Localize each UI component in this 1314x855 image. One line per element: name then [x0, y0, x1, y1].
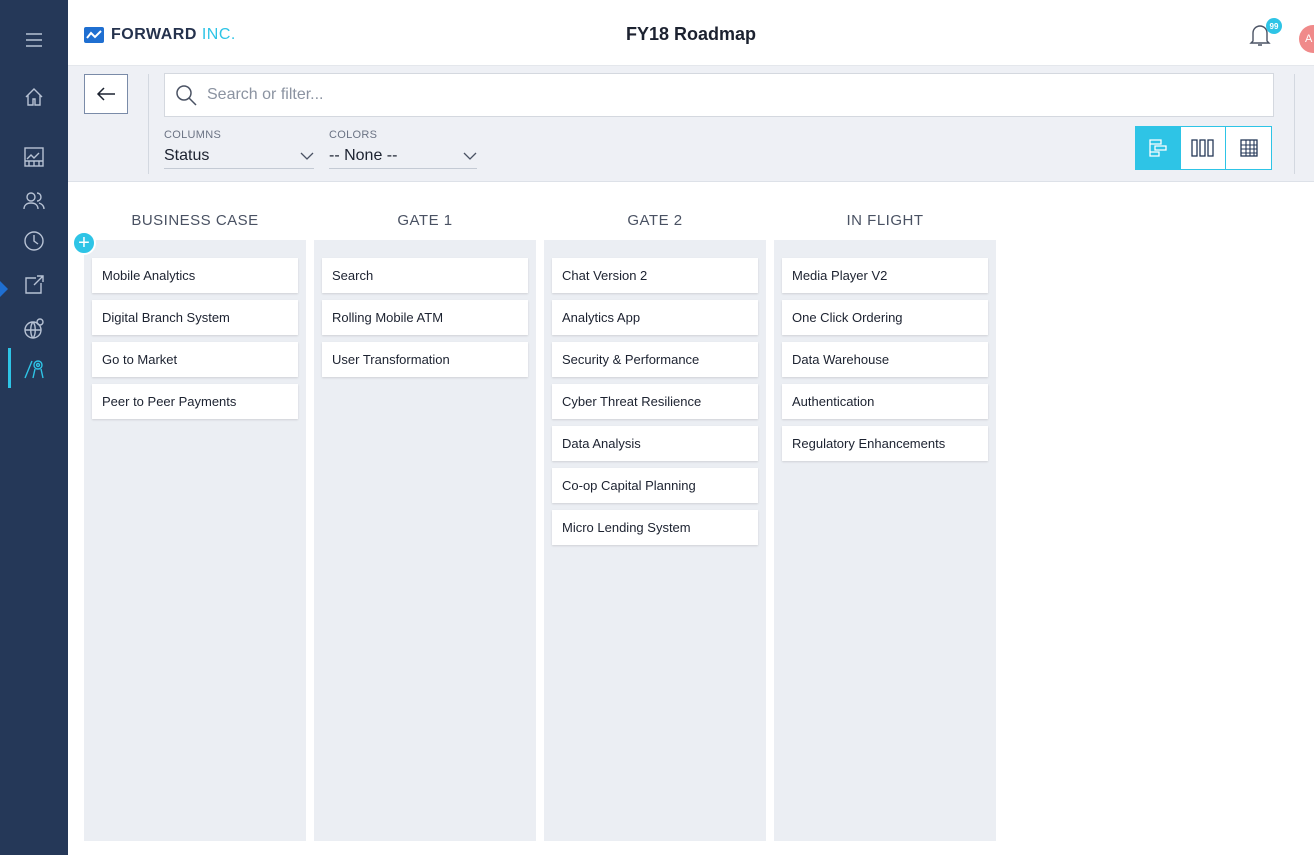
search-input[interactable] [207, 86, 1107, 104]
clock-icon[interactable] [0, 224, 68, 258]
roadmap-card[interactable]: Data Analysis [552, 426, 758, 461]
roadmap-card[interactable]: Cyber Threat Resilience [552, 384, 758, 419]
roadmap-card[interactable]: Co-op Capital Planning [552, 468, 758, 503]
roadmap-card[interactable]: Chat Version 2 [552, 258, 758, 293]
roadmap-card[interactable]: Go to Market [92, 342, 298, 377]
divider [1294, 74, 1295, 174]
roadmap-card[interactable]: Rolling Mobile ATM [322, 300, 528, 335]
column-gate-1: Search Rolling Mobile ATM User Transformat… [314, 240, 536, 841]
board-view-icon [1191, 139, 1214, 157]
roadmap-card[interactable]: Regulatory Enhancements [782, 426, 988, 461]
roadmap-card[interactable]: Media Player V2 [782, 258, 988, 293]
columns-dropdown[interactable]: COLUMNS Status [164, 129, 314, 169]
column-in-flight: Media Player V2 One Click Ordering Data Wa… [774, 240, 996, 841]
page-title: FY18 Roadmap [625, 24, 757, 44]
roadmap-card[interactable]: One Click Ordering [782, 300, 988, 335]
grid-view-icon [1239, 139, 1258, 157]
board-view-button[interactable] [1181, 127, 1226, 169]
roadmap-board: BUSINESS CASE GATE 1 GATE 2 IN FLIGHT Mo… [68, 182, 1314, 855]
roadmap-card[interactable]: Analytics App [552, 300, 758, 335]
column-header-in-flight: IN FLIGHT [846, 212, 924, 229]
home-icon[interactable] [0, 80, 68, 114]
roadmap-card[interactable]: Peer to Peer Payments [92, 384, 298, 419]
top-bar: FORWARD INC. FY18 Roadmap 99 A [68, 0, 1314, 66]
filter-bar: COLUMNS Status COLORS -- None -- [68, 66, 1314, 182]
roadmap-card[interactable]: Security & Performance [552, 342, 758, 377]
timeline-view-button[interactable] [1136, 127, 1181, 169]
divider [148, 74, 149, 174]
colors-select[interactable]: -- None -- [329, 147, 477, 169]
arrow-left-icon [96, 87, 115, 101]
column-header-gate-2: GATE 2 [627, 212, 683, 229]
search-box[interactable] [164, 73, 1274, 117]
avatar[interactable]: A [1299, 25, 1314, 53]
add-card-button[interactable]: + [72, 231, 96, 255]
roadmap-card[interactable]: User Transformation [322, 342, 528, 377]
column-header-gate-1: GATE 1 [397, 212, 453, 229]
roadmap-card[interactable]: Digital Branch System [92, 300, 298, 335]
grid-view-button[interactable] [1226, 127, 1271, 169]
plus-icon: + [78, 232, 90, 254]
colors-label: COLORS [329, 129, 378, 141]
colors-dropdown[interactable]: COLORS -- None -- [329, 129, 477, 169]
column-gate-2: Chat Version 2 Analytics App Security & Pe… [544, 240, 766, 841]
roadmap-card[interactable]: Data Warehouse [782, 342, 988, 377]
view-toggle [1135, 126, 1272, 170]
external-link-icon[interactable] [0, 268, 68, 302]
back-button[interactable] [84, 74, 128, 114]
roadmap-card[interactable]: Micro Lending System [552, 510, 758, 545]
roadmap-icon[interactable] [0, 352, 68, 386]
column-header-business-case: BUSINESS CASE [131, 212, 259, 229]
roadmap-card[interactable]: Mobile Analytics [92, 258, 298, 293]
columns-label: COLUMNS [164, 129, 222, 141]
columns-value: Status [164, 147, 210, 164]
globe-icon[interactable] [0, 312, 68, 346]
sidebar-pointer [0, 281, 8, 297]
roadmap-card[interactable]: Authentication [782, 384, 988, 419]
sidebar [0, 0, 68, 855]
menu-icon[interactable] [0, 23, 68, 57]
columns-select[interactable]: Status [164, 147, 314, 169]
colors-value: -- None -- [329, 147, 398, 164]
search-icon [176, 85, 197, 106]
roadmap-card[interactable]: Search [322, 258, 528, 293]
notification-badge: 99 [1266, 18, 1282, 34]
people-icon[interactable] [0, 184, 68, 218]
chevron-down-icon [463, 152, 477, 160]
column-business-case: Mobile Analytics Digital Branch System Go … [84, 240, 306, 841]
dashboard-icon[interactable] [0, 140, 68, 174]
timeline-view-icon [1149, 139, 1167, 157]
chevron-down-icon [300, 152, 314, 160]
